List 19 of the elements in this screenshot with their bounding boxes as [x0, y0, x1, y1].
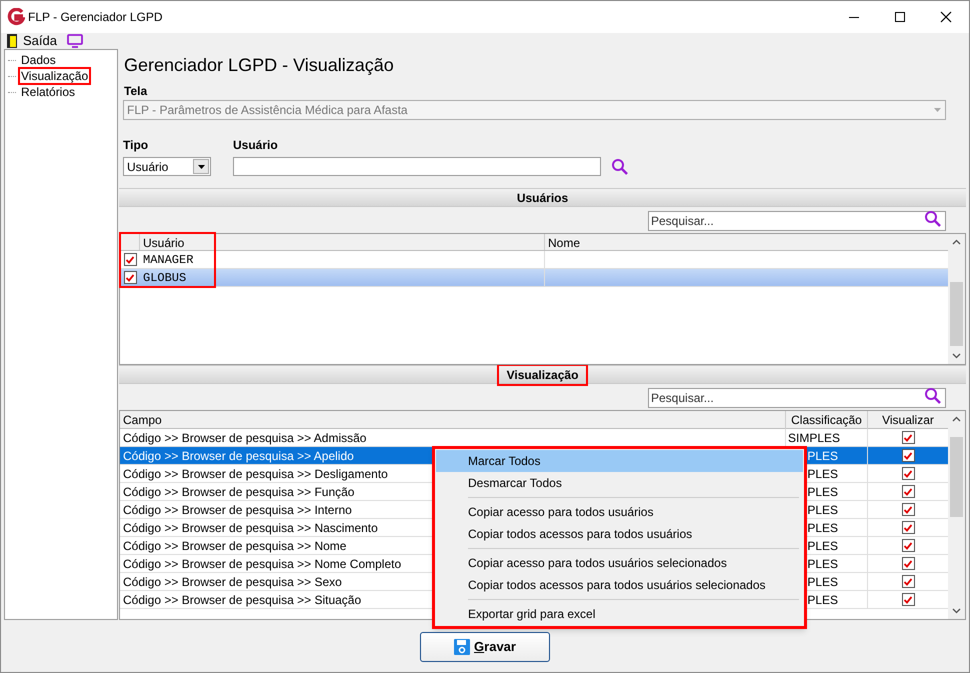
field-label: Usuário [233, 137, 279, 154]
field-label: Tela [124, 83, 148, 100]
table-cell-text: PLES [806, 484, 838, 500]
table-cell-text: PLES [806, 592, 838, 608]
table-cell-text: PLES [806, 502, 838, 518]
table-cell: MANAGER [140, 251, 545, 268]
table-cell-text: PLES [806, 520, 838, 536]
table-cell-text: PLES [806, 466, 838, 482]
field-label: Tipo [123, 137, 150, 154]
page-title: Gerenciador LGPD - Visualização [124, 54, 395, 77]
table-cell-text: SIMPLES [788, 430, 838, 446]
window-title: FLP - Gerenciador LGPD [28, 9, 163, 26]
table-cell-text: PLES [806, 556, 838, 572]
table-cell-text: PLES [806, 538, 838, 554]
section-title: Usuários [516, 190, 570, 206]
table-cell-text: PLES [806, 574, 838, 590]
table-cell: GLOBUS [140, 269, 545, 286]
table-cell-text: PLES [806, 448, 838, 464]
section-title: Visualização [496, 364, 588, 386]
